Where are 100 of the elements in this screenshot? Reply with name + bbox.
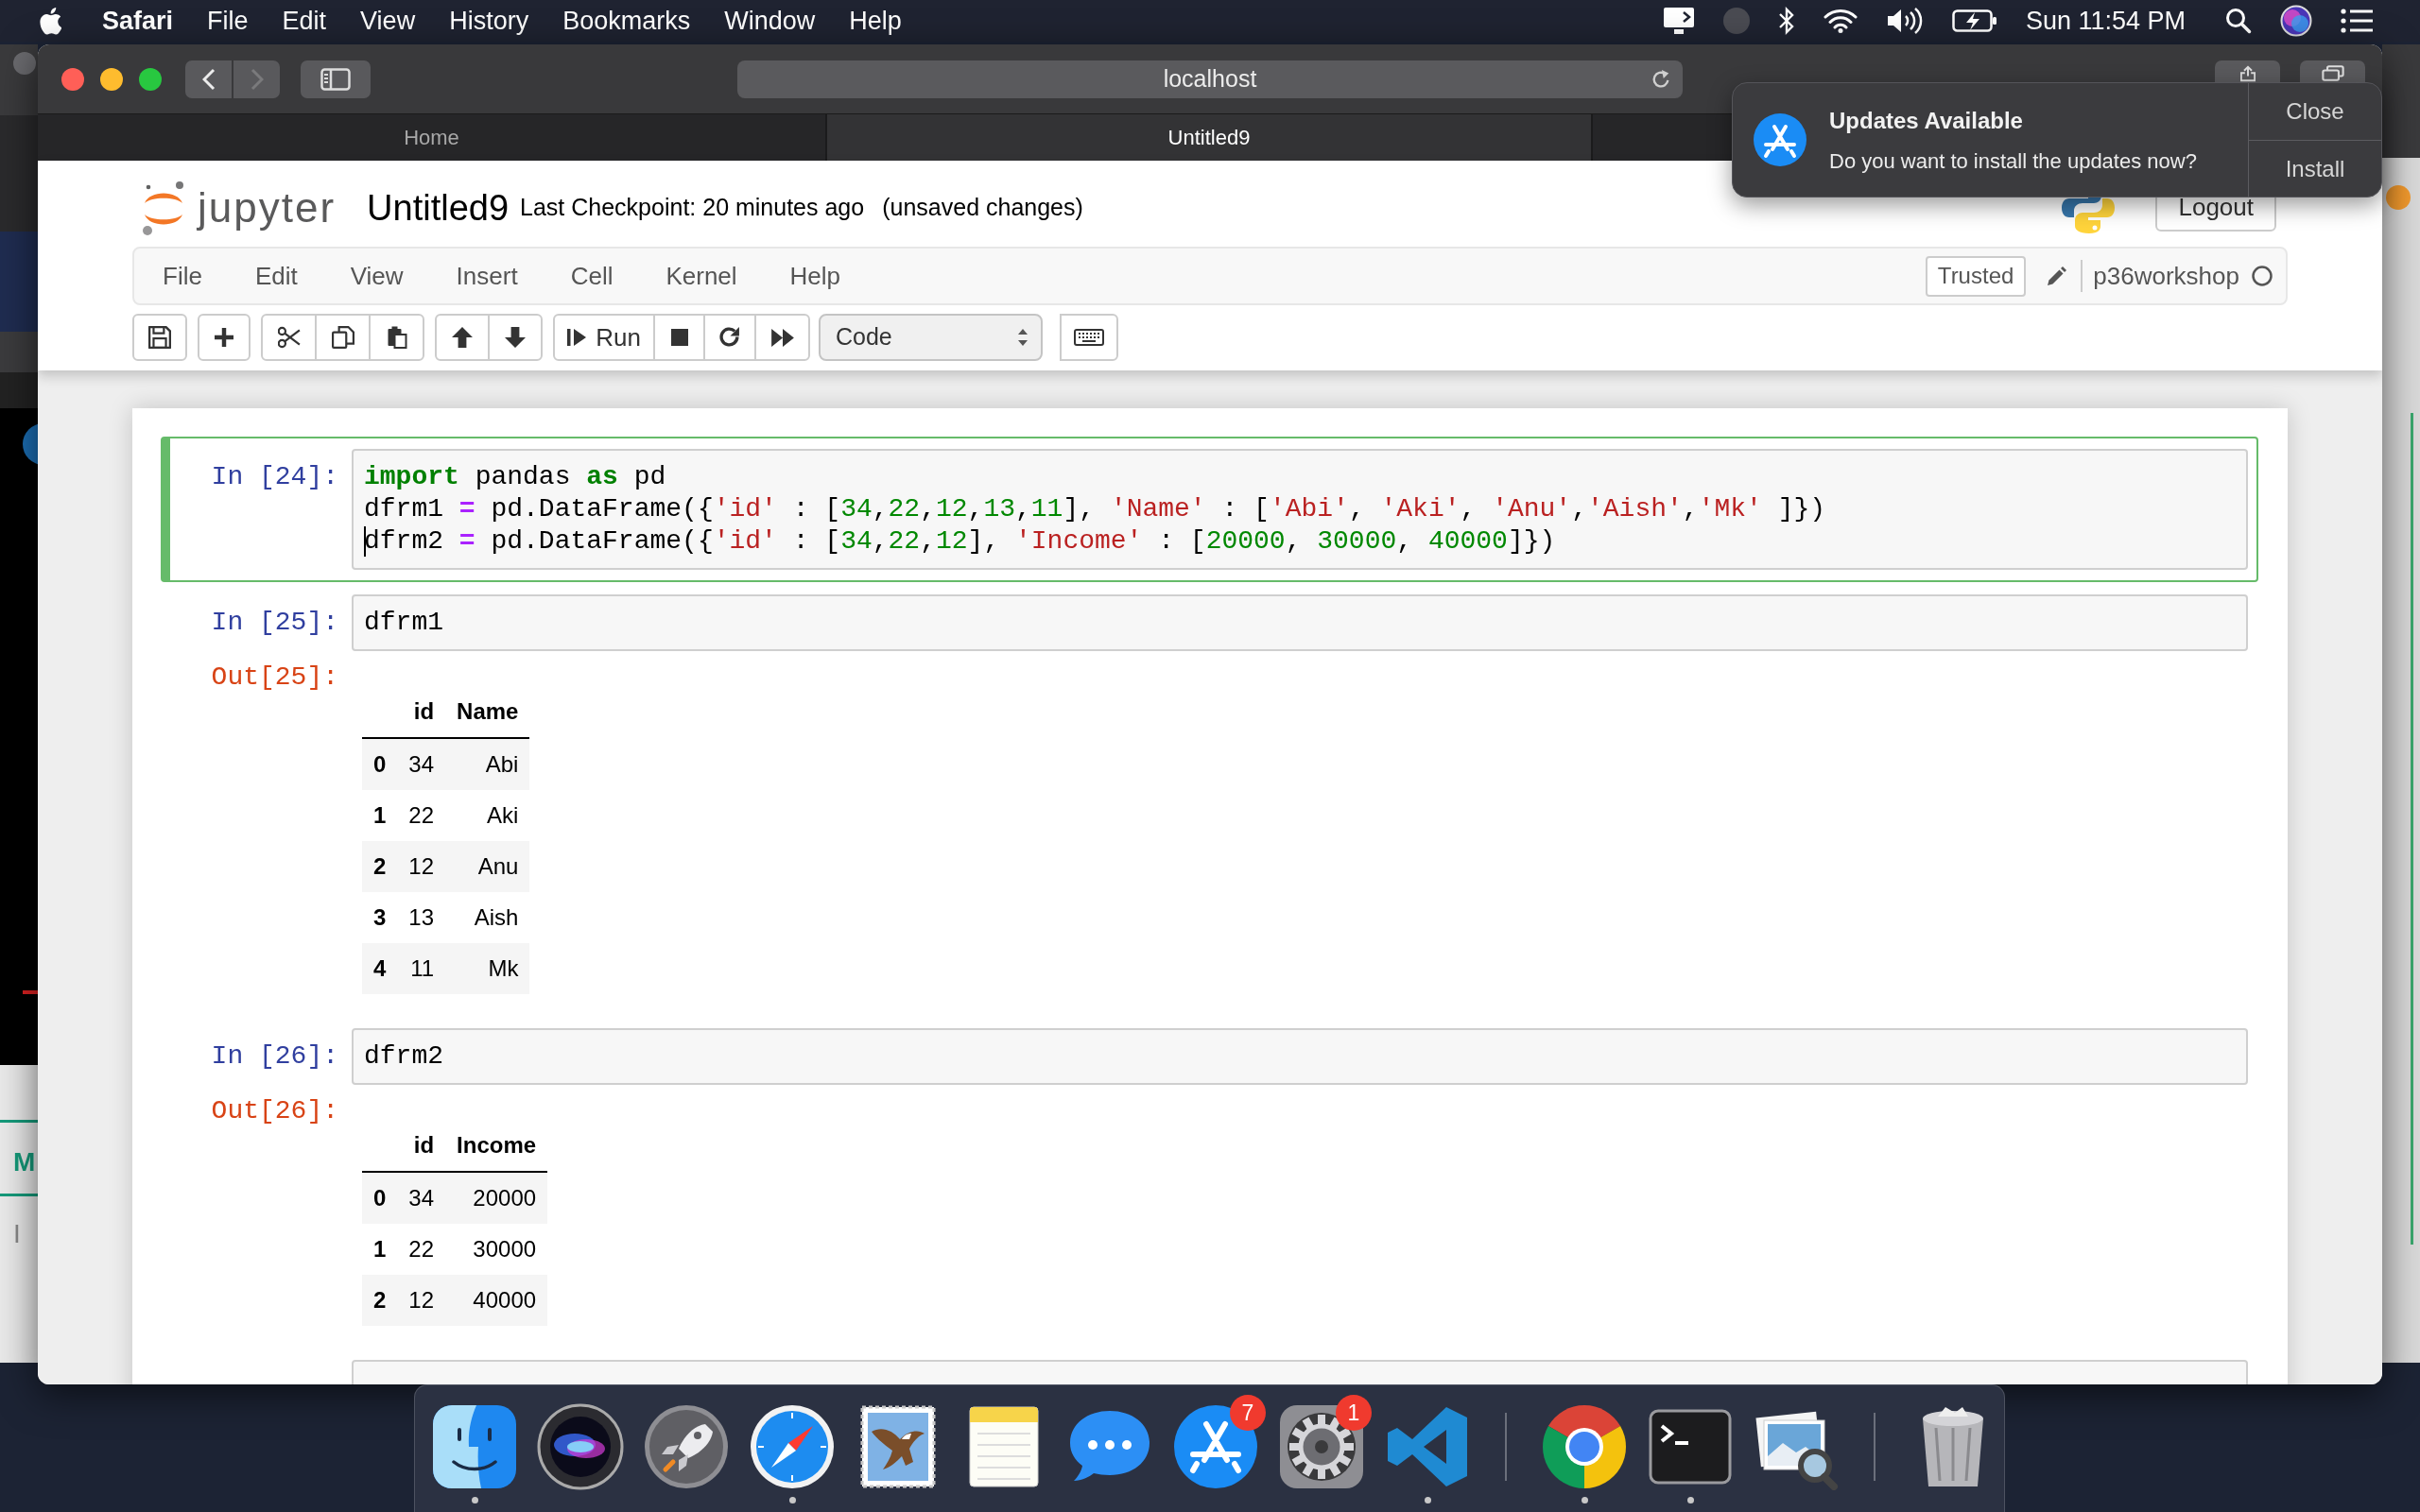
address-field[interactable]: localhost [737, 60, 1683, 98]
window-close-button[interactable] [61, 67, 84, 91]
gear-icon[interactable] [1278, 1403, 1365, 1490]
autosave-status: (unsaved changes) [882, 192, 1083, 222]
menu-item[interactable]: Kernel [639, 249, 764, 303]
row-index: 1 [362, 1224, 398, 1275]
table-cell: 20000 [445, 1172, 548, 1224]
code-input[interactable]: import pandas as pd dfrm1 = pd.DataFrame({'id' : [34,22,12,13,11], 'Name' : ['Abi', 'Aki', 'Anu','Aish','Mk' ]}) dfrm2 = pd.DataFrame({'id' : [34,22,12], 'Income' : [20000, 30000, 40000]}) [352, 449, 2248, 570]
install-button[interactable]: Install [2249, 140, 2381, 197]
menu-item[interactable]: Help [832, 0, 919, 42]
row-index: 2 [362, 841, 398, 892]
sidebar-icon [320, 67, 351, 91]
rocket-icon[interactable] [643, 1403, 730, 1490]
clock[interactable]: Sun 11:54 PM [2025, 1, 2186, 41]
menu-item[interactable]: Bookmarks [545, 0, 708, 42]
sidebar-button[interactable] [301, 60, 371, 98]
menu-item[interactable]: Window [707, 0, 833, 42]
checkpoint-status: Last Checkpoint: 20 minutes ago [520, 192, 865, 222]
keyboard-button[interactable] [1060, 314, 1118, 361]
orb-icon[interactable] [537, 1403, 624, 1490]
move-up-button[interactable] [435, 314, 490, 361]
restart-button[interactable] [703, 314, 756, 361]
menu-item[interactable]: View [323, 249, 430, 303]
battery-charging-icon[interactable] [1951, 9, 1997, 32]
table-cell: 12 [397, 1275, 446, 1326]
fast-forward-icon [770, 328, 794, 347]
smiling-face-icon[interactable] [431, 1403, 518, 1490]
browser-tab[interactable]: Untitled9 [827, 114, 1593, 161]
save-button[interactable] [132, 314, 187, 361]
table-cell: Aish [445, 892, 530, 943]
menu-item[interactable]: History [432, 0, 546, 42]
window-zoom-button[interactable] [139, 67, 162, 91]
code-input[interactable]: dfrm2 [352, 1028, 2248, 1085]
reload-icon[interactable] [1651, 68, 1671, 90]
code-line: dfrm1 = pd.DataFrame({'id' : [34,22,12,13,11], 'Name' : ['Abi', 'Aki', 'Anu','Aish','Mk' ]}) [364, 493, 1826, 525]
compass-icon[interactable] [749, 1403, 836, 1490]
row-index: 1 [362, 790, 398, 841]
bluetooth-icon[interactable] [1777, 7, 1795, 35]
input-prompt: In [25]: [210, 607, 339, 639]
display-icon[interactable] [1662, 7, 1695, 35]
arrow-up-icon [452, 327, 473, 348]
notebook-title[interactable]: Untitled9 [367, 189, 510, 226]
cell-type-select[interactable]: Code [819, 314, 1043, 361]
notification-title: Updates Available [1829, 106, 2024, 135]
save-icon [148, 326, 171, 349]
code-input[interactable]: dfrm1 [352, 594, 2248, 651]
menu-item[interactable]: File [136, 249, 229, 303]
insert-cell-button[interactable] [198, 314, 251, 361]
segmented-circle-icon[interactable] [1541, 1403, 1628, 1490]
chevron-left-icon [201, 67, 216, 91]
dark-strip [0, 372, 38, 408]
stop-icon [670, 329, 688, 346]
table-cell: 30000 [445, 1224, 548, 1275]
notification-badge: 1 [1336, 1395, 1372, 1431]
kernel-name[interactable]: p36workshop [2081, 260, 2239, 292]
menu-item[interactable]: Edit [265, 0, 344, 42]
menu-item[interactable]: Insert [429, 249, 544, 303]
table-cell: 34 [397, 1172, 446, 1224]
app-menu[interactable]: Safari [85, 0, 191, 42]
wifi-icon[interactable] [1823, 8, 1858, 34]
menu-item[interactable]: Cell [544, 249, 640, 303]
trusted-button[interactable]: Trusted [1925, 255, 2027, 297]
paste-button[interactable] [369, 314, 424, 361]
window-minimize-button[interactable] [100, 67, 123, 91]
share-icon [2239, 64, 2256, 82]
store-icon[interactable] [1172, 1403, 1259, 1490]
search-icon[interactable] [2225, 8, 2252, 34]
row-index: 3 [362, 892, 398, 943]
step-forward-icon [567, 329, 587, 346]
run-button[interactable]: Run [553, 314, 655, 361]
table-cell: 11 [397, 943, 446, 994]
notification-message: Do you want to install the updates now? [1829, 147, 2197, 175]
menu-item[interactable]: File [190, 0, 266, 42]
table-cell: Abi [445, 738, 530, 790]
cut-button[interactable] [261, 314, 317, 361]
menu-item[interactable]: Edit [228, 249, 324, 303]
list-icon[interactable] [2341, 9, 2373, 33]
pencil-icon[interactable] [2047, 266, 2068, 286]
apple-logo-icon[interactable] [39, 7, 61, 35]
code-line: import pandas as pd [364, 461, 666, 493]
move-down-button[interactable] [488, 314, 543, 361]
run-all-button[interactable] [754, 314, 810, 361]
table-cell: Mk [445, 943, 530, 994]
table-cell: 22 [397, 790, 446, 841]
logo-wordmark[interactable]: jupyter [198, 186, 337, 229]
volume-icon[interactable] [1885, 8, 1924, 34]
output-prompt: Out[26]: [210, 1095, 339, 1127]
restart-icon [719, 327, 740, 348]
menu-item[interactable]: View [343, 0, 433, 42]
back-button[interactable] [185, 60, 232, 98]
code-line: dfrm1 [364, 607, 443, 639]
table-cell: Anu [445, 841, 530, 892]
row-index: 4 [362, 943, 398, 994]
sort-arrows-icon [1018, 329, 1028, 346]
table-cell: 34 [397, 738, 446, 790]
menu-item[interactable]: Help [763, 249, 868, 303]
copy-button[interactable] [315, 314, 371, 361]
close-button[interactable]: Close [2249, 83, 2381, 140]
scissors-icon [277, 326, 301, 349]
interrupt-button[interactable] [653, 314, 705, 361]
